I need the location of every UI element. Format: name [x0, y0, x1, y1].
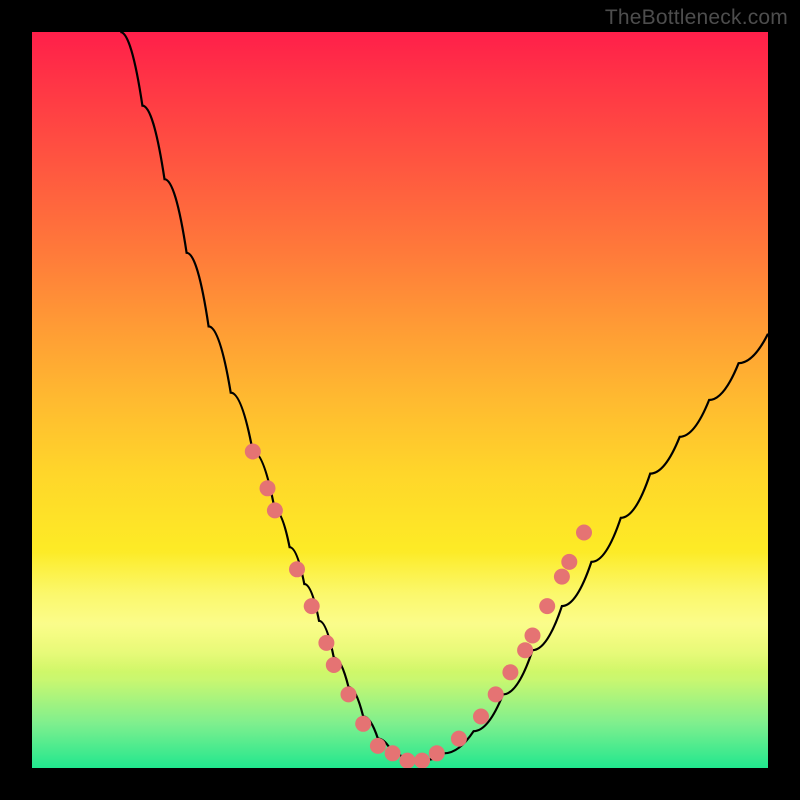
- right-dot-6: [525, 628, 541, 644]
- bottleneck-curve: [120, 32, 768, 761]
- bottom-dot-2: [385, 745, 401, 761]
- plot-area: [32, 32, 768, 768]
- right-dot-5: [517, 642, 533, 658]
- bottom-dot-3: [399, 753, 415, 768]
- right-dot-1: [451, 731, 467, 747]
- right-dot-7: [539, 598, 555, 614]
- right-dot-2: [473, 709, 489, 725]
- left-dot-4: [289, 561, 305, 577]
- right-dot-8: [554, 569, 570, 585]
- chart-overlay: [32, 32, 768, 768]
- left-dot-9: [355, 716, 371, 732]
- right-dot-3: [488, 686, 504, 702]
- left-dot-3: [267, 502, 283, 518]
- marker-layer: [245, 444, 592, 769]
- left-dot-5: [304, 598, 320, 614]
- left-dot-8: [341, 686, 357, 702]
- left-dot-7: [326, 657, 342, 673]
- watermark-text: TheBottleneck.com: [605, 6, 788, 30]
- bottom-dot-5: [429, 745, 445, 761]
- bottom-dot-1: [370, 738, 386, 754]
- chart-frame: TheBottleneck.com: [0, 0, 800, 800]
- left-dot-6: [318, 635, 334, 651]
- bottom-dot-4: [414, 753, 430, 768]
- right-dot-10: [576, 525, 592, 541]
- left-dot-2: [260, 480, 276, 496]
- left-dot-1: [245, 444, 261, 460]
- right-dot-4: [502, 664, 518, 680]
- right-dot-9: [561, 554, 577, 570]
